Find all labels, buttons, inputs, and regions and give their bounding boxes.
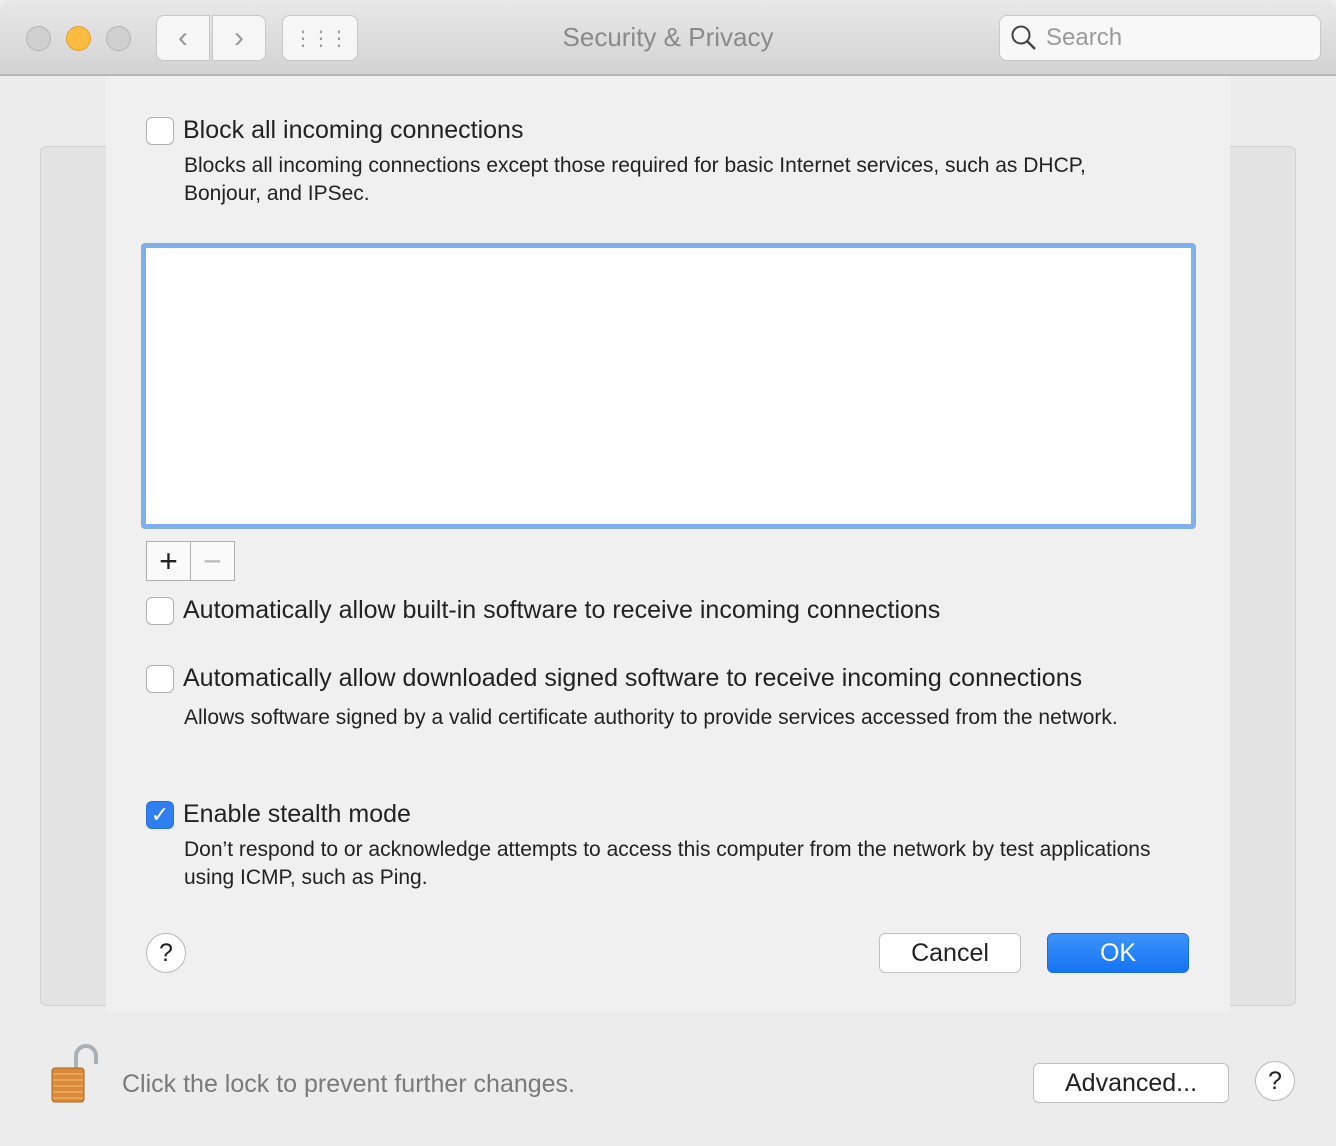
block-all-label: Block all incoming connections <box>183 116 524 144</box>
minus-icon: − <box>203 542 222 579</box>
signed-description: Allows software signed by a valid certif… <box>184 706 1118 729</box>
add-app-button[interactable]: + <box>146 541 191 581</box>
title-bar: ‹ › ⋮⋮⋮ Security & Privacy Search <box>0 0 1336 76</box>
builtin-checkbox[interactable] <box>146 597 174 625</box>
advanced-label: Advanced... <box>1064 1068 1198 1097</box>
cancel-button[interactable]: Cancel <box>879 933 1021 973</box>
help-icon: ? <box>159 938 173 967</box>
search-input[interactable]: Search <box>999 15 1321 61</box>
sheet-help-button[interactable]: ? <box>146 933 186 973</box>
checkmark-icon: ✓ <box>150 802 170 827</box>
signed-label: Automatically allow downloaded signed so… <box>183 664 1083 692</box>
search-placeholder: Search <box>1046 24 1123 51</box>
lock-status-text: Click the lock to prevent further change… <box>122 1070 576 1098</box>
remove-app-button[interactable]: − <box>190 541 235 581</box>
ok-label: OK <box>1099 938 1137 967</box>
builtin-label: Automatically allow built-in software to… <box>183 596 941 624</box>
block-all-checkbox[interactable] <box>146 117 174 145</box>
block-all-description: Blocks all incoming connections except t… <box>184 154 1086 205</box>
search-icon <box>1011 25 1036 50</box>
stealth-checkbox[interactable]: ✓ <box>146 801 174 829</box>
help-icon: ? <box>1268 1066 1282 1095</box>
help-button[interactable]: ? <box>1255 1061 1295 1101</box>
unlocked-padlock-icon[interactable] <box>48 1042 100 1106</box>
app-list[interactable] <box>141 243 1196 529</box>
stealth-description: Don’t respond to or acknowledge attempts… <box>184 838 1151 889</box>
cancel-label: Cancel <box>911 938 989 967</box>
advanced-button[interactable]: Advanced... <box>1033 1063 1229 1103</box>
signed-checkbox[interactable] <box>146 665 174 693</box>
ok-button[interactable]: OK <box>1047 933 1189 973</box>
stealth-label: Enable stealth mode <box>183 800 411 828</box>
plus-icon: + <box>159 542 178 579</box>
